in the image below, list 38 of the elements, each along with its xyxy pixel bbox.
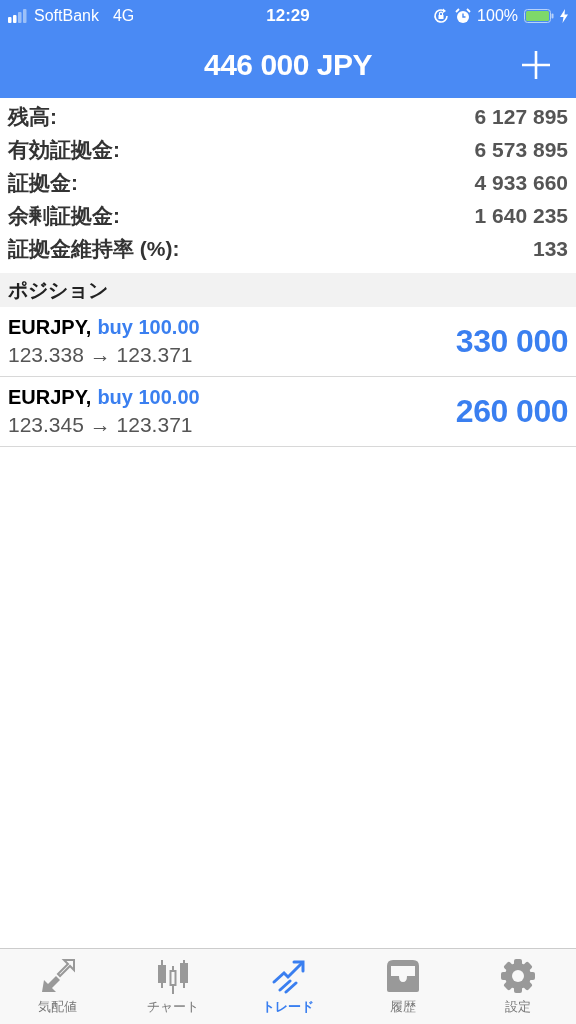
summary-value: 4 933 660 [474, 170, 568, 195]
alarm-icon [455, 8, 472, 24]
clock-time: 12:29 [266, 6, 310, 26]
summary-value: 6 573 895 [474, 137, 568, 162]
add-button[interactable] [522, 51, 550, 79]
summary-value: 133 [532, 236, 568, 261]
tab-item[interactable]: チャート [115, 949, 231, 1024]
position-symbol: EURJPY, [8, 316, 92, 339]
section-header: ポジション [0, 273, 576, 307]
summary-value: 1 640 235 [474, 203, 568, 228]
position-prices: 123.338 → 123.371 [8, 343, 194, 367]
inbox-icon [385, 957, 422, 994]
rotation-lock-icon [433, 8, 450, 24]
battery-icon [524, 9, 554, 23]
balance-title: 446 000 JPY [204, 48, 372, 82]
position-order: buy 100.00 [97, 316, 200, 339]
position-profit: 260 000 [455, 393, 568, 430]
arrows-icon [39, 957, 76, 994]
position-profit: 330 000 [455, 323, 568, 360]
battery-percentage: 100% [477, 7, 518, 25]
position-symbol: EURJPY, [8, 386, 92, 409]
carrier-name: SoftBank [34, 7, 99, 25]
summary-label: 証拠金維持率 (%): [8, 235, 180, 262]
summary-label: 証拠金: [8, 169, 78, 196]
tab-item[interactable]: トレード [230, 949, 346, 1024]
signal-icon [8, 9, 28, 23]
summary-label: 有効証拠金: [8, 136, 120, 163]
summary-label: 残高: [8, 103, 57, 130]
summary-label: 余剰証拠金: [8, 202, 120, 229]
position-prices: 123.345 → 123.371 [8, 413, 194, 437]
tab-item[interactable]: 気配値 [0, 949, 116, 1024]
network-type: 4G [112, 7, 135, 25]
summary-value: 6 127 895 [474, 104, 568, 129]
charging-icon [560, 9, 568, 23]
settings-icon [500, 957, 537, 994]
position-order: buy 100.00 [97, 386, 200, 409]
tab-item[interactable]: 履歴 [345, 949, 461, 1024]
tab-item[interactable]: 設定 [460, 949, 576, 1024]
